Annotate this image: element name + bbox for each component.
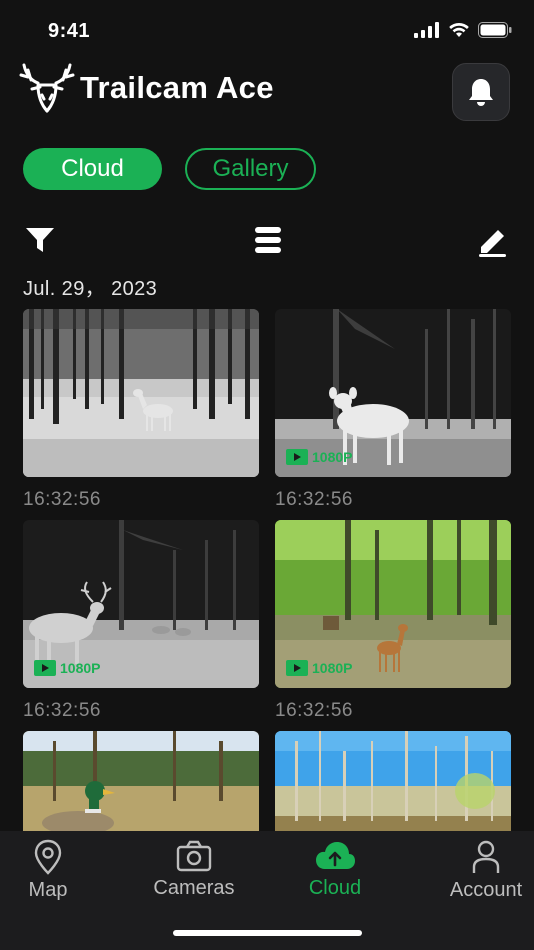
- video-badge: 1080P: [286, 449, 352, 465]
- deer-head-icon: [19, 63, 75, 113]
- brand-name: Trailcam Ace: [80, 70, 274, 105]
- battery-icon: [478, 22, 512, 38]
- map-pin-icon: [34, 839, 62, 875]
- video-resolution: 1080P: [312, 449, 353, 465]
- list-icon: [255, 227, 281, 253]
- tab-label: Account: [449, 879, 523, 901]
- thumbnail-image[interactable]: [23, 731, 259, 831]
- video-icon: [286, 449, 308, 465]
- app-header: Trailcam Ace: [18, 60, 274, 116]
- cellular-signal-icon: [414, 22, 439, 38]
- video-badge: 1080P: [286, 660, 352, 676]
- filter-button[interactable]: [22, 222, 58, 258]
- tab-cloud[interactable]: Cloud: [275, 839, 395, 900]
- tab-label: Map: [28, 879, 68, 901]
- video-resolution: 1080P: [312, 660, 353, 676]
- home-indicator: [173, 930, 362, 936]
- video-icon: [34, 660, 56, 676]
- status-bar: 9:41: [0, 0, 534, 60]
- capture-time: 16:32:56: [23, 489, 101, 510]
- media-item[interactable]: [23, 731, 259, 831]
- tab-map[interactable]: Map: [0, 839, 108, 902]
- video-icon: [286, 660, 308, 676]
- capture-time: 16:32:56: [23, 700, 101, 721]
- media-item[interactable]: [275, 731, 511, 831]
- capture-time: 16:32:56: [275, 489, 353, 510]
- person-icon: [472, 840, 500, 873]
- capture-time: 16:32:56: [275, 700, 353, 721]
- edit-icon: [479, 230, 506, 257]
- filter-icon: [26, 228, 54, 252]
- list-view-button[interactable]: [250, 222, 286, 258]
- media-item[interactable]: 1080P 16:32:56: [23, 520, 259, 722]
- thumbnail-image[interactable]: 1080P: [23, 520, 259, 688]
- status-icons: [414, 22, 512, 38]
- video-resolution: 1080P: [60, 660, 101, 676]
- video-badge: 1080P: [34, 660, 100, 676]
- thumbnail-image[interactable]: 1080P: [275, 520, 511, 688]
- thumbnail-image[interactable]: [275, 731, 511, 831]
- camera-icon: [176, 840, 212, 872]
- notifications-button[interactable]: [452, 63, 510, 121]
- cloud-upload-icon: [316, 842, 355, 869]
- thumbnail-image[interactable]: 1080P: [275, 309, 511, 477]
- date-header: Jul. 29， 2023: [23, 278, 158, 300]
- segment-gallery[interactable]: Gallery: [185, 148, 316, 190]
- bell-icon: [469, 79, 493, 106]
- edit-button[interactable]: [474, 222, 510, 258]
- segment-cloud[interactable]: Cloud: [23, 148, 162, 190]
- status-time: 9:41: [48, 20, 91, 42]
- media-item[interactable]: 1080P 16:32:56: [275, 520, 511, 722]
- tab-account[interactable]: Account: [426, 839, 534, 902]
- tab-label: Cloud: [308, 877, 362, 899]
- thumbnail-image[interactable]: [23, 309, 259, 477]
- media-item[interactable]: 16:32:56: [23, 309, 259, 511]
- tab-label: Cameras: [153, 877, 235, 899]
- media-item[interactable]: 1080P 16:32:56: [275, 309, 511, 511]
- wifi-icon: [449, 22, 469, 37]
- media-grid: 16:32:56 1080P 16:32:56 1080P 16:32:56 1…: [23, 309, 511, 831]
- tab-cameras[interactable]: Cameras: [134, 839, 254, 900]
